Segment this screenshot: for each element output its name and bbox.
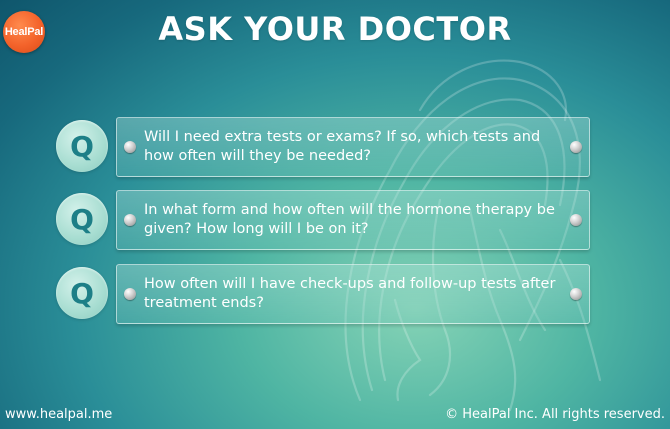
question-box: In what form and how often will the horm… <box>116 190 590 250</box>
question-badge: Q <box>56 120 108 172</box>
question-row: Q In what form and how often will the ho… <box>56 190 590 250</box>
rivet-icon <box>124 288 136 300</box>
copyright-text: © HealPal Inc. All rights reserved. <box>445 407 665 422</box>
question-badge-letter: Q <box>70 129 94 163</box>
website-link[interactable]: www.healpal.me <box>5 407 112 422</box>
rivet-icon <box>124 141 136 153</box>
rivet-icon <box>124 214 136 226</box>
question-text: Will I need extra tests or exams? If so,… <box>144 129 541 164</box>
question-badge-letter: Q <box>70 276 94 310</box>
question-box: Will I need extra tests or exams? If so,… <box>116 117 590 177</box>
rivet-icon <box>570 214 582 226</box>
rivet-icon <box>570 288 582 300</box>
question-row: Q Will I need extra tests or exams? If s… <box>56 117 590 177</box>
question-badge-letter: Q <box>70 202 94 236</box>
question-badge: Q <box>56 267 108 319</box>
question-text: In what form and how often will the horm… <box>144 202 555 237</box>
question-badge: Q <box>56 193 108 245</box>
question-row: Q How often will I have check-ups and fo… <box>56 264 590 324</box>
page-title: ASK YOUR DOCTOR <box>158 10 512 48</box>
question-text: How often will I have check-ups and foll… <box>144 276 556 311</box>
question-box: How often will I have check-ups and foll… <box>116 264 590 324</box>
rivet-icon <box>570 141 582 153</box>
